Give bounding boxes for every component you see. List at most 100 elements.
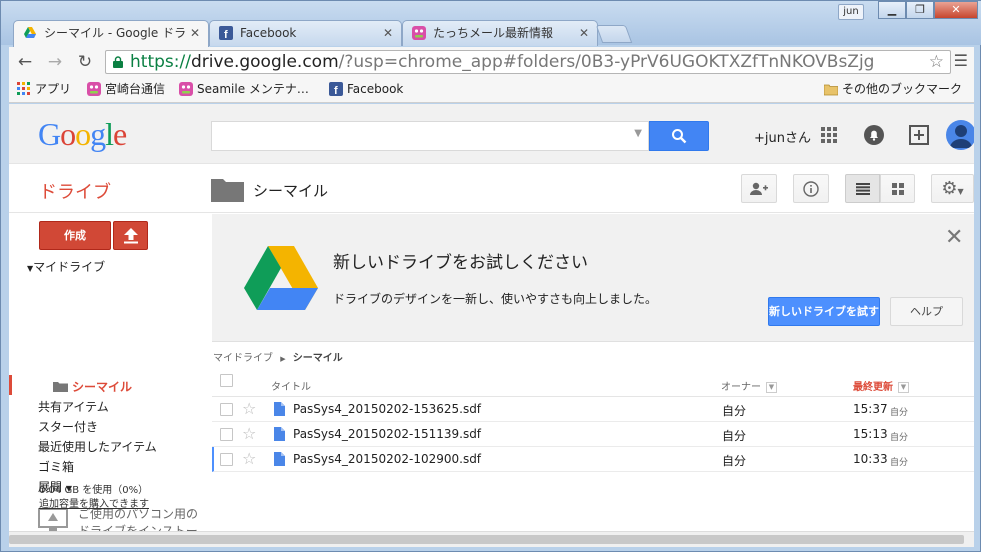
- file-name[interactable]: PasSys4_20150202-102900.sdf: [293, 452, 481, 466]
- upload-button[interactable]: [113, 221, 148, 250]
- list-view-button[interactable]: [845, 174, 880, 203]
- buy-storage-link[interactable]: 追加容量を購入できます: [39, 499, 149, 510]
- tab-facebook[interactable]: f Facebook ✕: [209, 20, 402, 46]
- info-icon: [803, 181, 819, 197]
- column-owner-label: オーナー: [721, 382, 761, 393]
- horizontal-scrollbar[interactable]: [9, 531, 974, 547]
- sidebar-item-my-drive[interactable]: ▼マイドライブ: [27, 258, 105, 275]
- folder-icon: [211, 179, 244, 202]
- back-icon[interactable]: ←: [15, 52, 35, 72]
- url-host: drive.google.com: [190, 52, 339, 72]
- close-window-button[interactable]: ✕: [934, 1, 978, 19]
- sort-dropdown-icon[interactable]: ▼: [898, 381, 909, 393]
- bookmark-label: Facebook: [347, 82, 404, 96]
- new-tab-button[interactable]: [595, 25, 633, 43]
- facebook-icon: f: [219, 26, 233, 40]
- avatar[interactable]: [946, 120, 974, 150]
- sidebar-item-current-folder[interactable]: シーマイル: [53, 378, 132, 395]
- bookmark-star-icon[interactable]: ☆: [929, 51, 944, 73]
- sidebar-item-shared[interactable]: 共有アイテム: [38, 398, 109, 415]
- create-button[interactable]: 作成: [39, 221, 111, 250]
- bookmark-label: その他のブックマーク: [842, 82, 963, 96]
- quota-used: 0.04 GB を使用（0%）: [39, 485, 149, 496]
- share-button[interactable]: [741, 174, 777, 203]
- search-input[interactable]: ▼: [211, 121, 649, 151]
- google-logo[interactable]: Google: [38, 116, 127, 153]
- install-line: ドライブをインストール: [78, 524, 198, 531]
- touchmail-icon: [179, 82, 193, 96]
- svg-text:f: f: [224, 29, 228, 40]
- table-row[interactable]: ☆ PasSys4_20150202-151139.sdf 自分 15:13 自…: [212, 422, 974, 447]
- close-tab-icon[interactable]: ✕: [190, 21, 200, 45]
- lock-icon: [113, 56, 123, 68]
- column-modified[interactable]: 最終更新 ▼: [853, 378, 909, 393]
- bookmark-seamile[interactable]: Seamile メンテナ…: [179, 81, 309, 97]
- file-icon: [274, 427, 285, 441]
- file-modified-by: 自分: [890, 408, 909, 418]
- row-checkbox[interactable]: [220, 403, 233, 416]
- scrollbar-thumb[interactable]: [9, 535, 964, 544]
- google-header: Google ▼ +junさん: [9, 104, 974, 164]
- window-controls: ▁ ❐ ✕: [878, 1, 978, 19]
- row-checkbox[interactable]: [220, 428, 233, 441]
- other-bookmarks[interactable]: その他のブックマーク: [824, 81, 962, 97]
- search-options-icon[interactable]: ▼: [634, 128, 642, 139]
- sidebar-item-starred[interactable]: スター付き: [38, 418, 98, 435]
- column-modified-label: 最終更新: [853, 382, 893, 393]
- table-header: タイトル オーナー ▼ 最終更新 ▼: [212, 369, 974, 397]
- apps-launcher-icon[interactable]: [817, 123, 841, 147]
- bookmark-facebook[interactable]: f Facebook: [329, 81, 403, 97]
- grid-view-button[interactable]: [880, 174, 915, 203]
- file-name[interactable]: PasSys4_20150202-151139.sdf: [293, 427, 481, 441]
- help-button[interactable]: ヘルプ: [890, 297, 963, 326]
- file-icon: [274, 452, 285, 466]
- promo-text: ドライブのデザインを一新し、使いやすさも向上しました。: [333, 292, 658, 306]
- table-row[interactable]: ☆ PasSys4_20150202-102900.sdf 自分 10:33 自…: [212, 447, 974, 472]
- storage-quota: 0.04 GB を使用（0%） 追加容量を購入できます: [39, 484, 149, 512]
- settings-button[interactable]: ⚙▼: [931, 174, 974, 203]
- bookmark-miyazakidai[interactable]: 宮崎台通信: [87, 81, 165, 97]
- star-icon[interactable]: ☆: [242, 424, 256, 443]
- close-tab-icon[interactable]: ✕: [383, 21, 393, 45]
- file-modified: 15:37: [853, 402, 888, 416]
- reload-icon[interactable]: ↻: [75, 52, 95, 72]
- star-icon[interactable]: ☆: [242, 449, 256, 468]
- share-plus-icon[interactable]: [907, 123, 931, 147]
- star-icon[interactable]: ☆: [242, 399, 256, 418]
- tab-drive[interactable]: シーマイル - Google ドラ ✕: [13, 20, 209, 47]
- chrome-menu-icon[interactable]: ☰: [954, 51, 968, 70]
- row-checkbox[interactable]: [220, 453, 233, 466]
- gear-icon: ⚙: [941, 178, 958, 199]
- file-name[interactable]: PasSys4_20150202-153625.sdf: [293, 402, 481, 416]
- close-icon[interactable]: ✕: [945, 225, 963, 250]
- bookmark-apps[interactable]: アプリ: [17, 81, 71, 97]
- user-badge[interactable]: jun: [838, 4, 864, 20]
- current-folder-title[interactable]: シーマイル: [253, 180, 328, 201]
- breadcrumb: マイドライブ ▶ シーマイル: [213, 349, 343, 364]
- user-avatar-icon: [950, 125, 972, 148]
- google-drive-logo: [244, 246, 318, 310]
- maximize-button[interactable]: ❐: [906, 1, 934, 19]
- table-row[interactable]: ☆ PasSys4_20150202-153625.sdf 自分 15:37 自…: [212, 397, 974, 422]
- user-name-link[interactable]: +junさん: [754, 127, 811, 146]
- close-tab-icon[interactable]: ✕: [579, 21, 589, 45]
- forward-icon[interactable]: →: [45, 52, 65, 72]
- search-button[interactable]: [649, 121, 709, 151]
- tab-touchmail[interactable]: たっちメール最新情報 ✕: [402, 20, 598, 46]
- drive-title[interactable]: ドライブ: [39, 178, 111, 204]
- try-new-drive-button[interactable]: 新しいドライブを試す: [768, 297, 880, 326]
- column-title[interactable]: タイトル: [271, 378, 311, 393]
- minimize-button[interactable]: ▁: [878, 1, 906, 19]
- address-bar[interactable]: https://drive.google.com/?usp=chrome_app…: [105, 50, 951, 74]
- select-all-checkbox[interactable]: [220, 374, 233, 387]
- column-owner[interactable]: オーナー ▼: [721, 378, 777, 393]
- drive-toolbar: ドライブ シーマイル ⚙▼: [9, 165, 974, 213]
- details-button[interactable]: [793, 174, 829, 203]
- touchmail-icon: [412, 26, 426, 40]
- search-icon: [672, 129, 687, 144]
- sidebar-item-recent[interactable]: 最近使用したアイテム: [38, 438, 157, 455]
- notifications-bell-icon[interactable]: [862, 123, 886, 147]
- sidebar-item-trash[interactable]: ゴミ箱: [38, 458, 74, 475]
- sort-dropdown-icon[interactable]: ▼: [766, 381, 777, 393]
- breadcrumb-root[interactable]: マイドライブ: [213, 353, 273, 364]
